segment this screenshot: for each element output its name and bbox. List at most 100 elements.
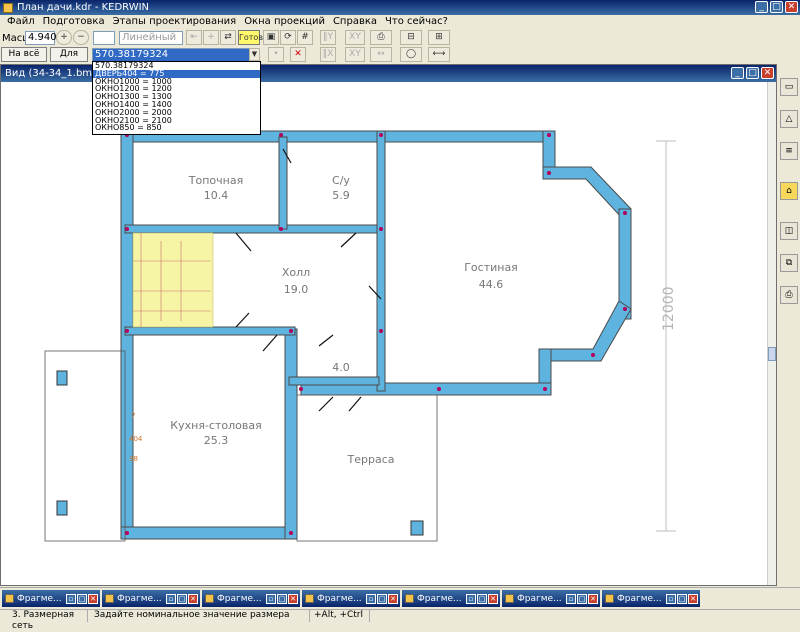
room-name: Топочная: [188, 174, 243, 187]
menu-prepare[interactable]: Подготовка: [39, 15, 109, 29]
fragment-close-icon[interactable]: ✕: [288, 593, 298, 604]
cursor-arrows-icon[interactable]: ⇄: [220, 30, 236, 45]
view-minimize-button[interactable]: _: [731, 67, 744, 79]
fragment-icon: [105, 594, 114, 603]
roof-tool-icon[interactable]: △: [780, 110, 798, 128]
for-all-button[interactable]: Для всех: [50, 47, 88, 72]
house-tool-icon[interactable]: ⌂: [780, 182, 798, 200]
scale-input[interactable]: 4.9407: [25, 31, 63, 45]
walls-tool-icon[interactable]: ▭: [780, 78, 798, 96]
fragment-close-icon[interactable]: ✕: [88, 593, 98, 604]
grid-icon[interactable]: #: [297, 30, 313, 45]
stair-tool-icon[interactable]: ≡: [780, 142, 798, 160]
fragment-close-icon[interactable]: ✕: [488, 593, 498, 604]
fragment-window[interactable]: Фрагме... ▫ □ ✕: [402, 590, 500, 607]
fragment-maximize-icon[interactable]: □: [677, 593, 687, 604]
fragment-restore-icon[interactable]: ▫: [466, 593, 476, 604]
point-icon[interactable]: •: [268, 47, 284, 62]
column: [56, 370, 68, 386]
doors: [235, 148, 382, 412]
delete-dimension-icon[interactable]: ✕: [290, 47, 306, 62]
lock-icon[interactable]: ⊟: [400, 30, 422, 45]
floor-plan[interactable]: 12000 Топочная 10.4 С/у 5.9 Холл 19.0 Го…: [1, 82, 768, 585]
fragment-restore-icon[interactable]: ▫: [366, 593, 376, 604]
menu-projections[interactable]: Окна проекций: [240, 15, 329, 29]
fragment-close-icon[interactable]: ✕: [588, 593, 598, 604]
status-mode: 3. Размерная сеть: [8, 610, 88, 631]
dimension-line: [656, 140, 676, 532]
fragment-maximize-icon[interactable]: □: [277, 593, 287, 604]
menu-stages[interactable]: Этапы проектирования: [109, 15, 241, 29]
vertical-scrollbar[interactable]: [767, 82, 776, 585]
view-title: Вид (34-34_1.bmp): [5, 68, 103, 79]
fragment-close-icon[interactable]: ✕: [388, 593, 398, 604]
close-button[interactable]: ✕: [785, 1, 798, 13]
fragment-window[interactable]: Фрагме... ▫ □ ✕: [2, 590, 100, 607]
layers-tool-icon[interactable]: ◫: [780, 222, 798, 240]
plus-icon[interactable]: +: [203, 30, 219, 45]
menu-whats-now[interactable]: Что сейчас?: [381, 15, 452, 29]
frame-icon[interactable]: ▣: [263, 30, 279, 45]
fragment-maximize-icon[interactable]: □: [377, 593, 387, 604]
zoom-in-icon[interactable]: +: [56, 30, 72, 45]
fragment-maximize-icon[interactable]: □: [477, 593, 487, 604]
staircase: [132, 232, 214, 328]
fragment-maximize-icon[interactable]: □: [577, 593, 587, 604]
fragment-maximize-icon[interactable]: □: [177, 593, 187, 604]
axis-y-icon[interactable]: ‖Y: [320, 30, 336, 45]
axis-xy-icon[interactable]: XY: [345, 30, 365, 45]
menu-help[interactable]: Справка: [329, 15, 381, 29]
ellipse-icon[interactable]: ◯: [400, 47, 422, 62]
value-dropdown-list: 570.38179324 ДВЕРЬ404 = 775 ОКНО1000 = 1…: [92, 61, 261, 135]
line-type-select[interactable]: Линейный: [119, 31, 183, 45]
ready-button[interactable]: Готово: [238, 30, 268, 45]
print-tool-icon[interactable]: ⎙: [780, 286, 798, 304]
drawing-canvas[interactable]: 12000 Топочная 10.4 С/у 5.9 Холл 19.0 Го…: [1, 82, 768, 585]
room-area: 4.0: [332, 361, 350, 374]
fragment-close-icon[interactable]: ✕: [188, 593, 198, 604]
fragment-restore-icon[interactable]: ▫: [166, 593, 176, 604]
minimize-button[interactable]: _: [755, 1, 768, 13]
scrollbar-thumb[interactable]: [768, 347, 776, 361]
axis-x-icon[interactable]: ‖X: [320, 47, 336, 62]
window-label: 7: [131, 412, 135, 420]
menu-file[interactable]: Файл: [3, 15, 39, 29]
fragment-window[interactable]: Фрагме... ▫ □ ✕: [502, 590, 600, 607]
fragment-window[interactable]: Фрагме... ▫ □ ✕: [602, 590, 700, 607]
fragment-icon: [505, 594, 514, 603]
app-title-bar: План дачи.kdr - KEDRWIN _ □ ✕: [0, 0, 800, 15]
maximize-button[interactable]: □: [770, 1, 783, 13]
fragment-close-icon[interactable]: ✕: [688, 593, 698, 604]
axis-xy2-icon[interactable]: XY: [345, 47, 365, 62]
view-maximize-button[interactable]: □: [746, 67, 759, 79]
chevron-down-icon[interactable]: ▼: [249, 48, 260, 61]
copy-tool-icon[interactable]: ⧉: [780, 254, 798, 272]
fragment-restore-icon[interactable]: ▫: [266, 593, 276, 604]
fragment-window[interactable]: Фрагме... ▫ □ ✕: [302, 590, 400, 607]
dimension-line-icon[interactable]: ↔: [370, 47, 392, 62]
arrow-left-icon[interactable]: ⇤: [186, 30, 202, 45]
room-area: 19.0: [284, 283, 309, 296]
fragment-icon: [305, 594, 314, 603]
measure-icon[interactable]: ⟷: [428, 47, 450, 62]
column: [410, 520, 424, 536]
fragment-window[interactable]: Фрагме... ▫ □ ✕: [102, 590, 200, 607]
rotate-icon[interactable]: ⟳: [280, 30, 296, 45]
printer-icon[interactable]: ⎙: [370, 30, 392, 45]
dimension-grid-icon[interactable]: ⊞: [428, 30, 450, 45]
value-combo[interactable]: 570.38179324: [92, 48, 259, 62]
fragment-restore-icon[interactable]: ▫: [666, 593, 676, 604]
room-area: 5.9: [332, 189, 350, 202]
dimension-text: 12000: [661, 286, 677, 331]
fragment-restore-icon[interactable]: ▫: [566, 593, 576, 604]
view-close-button[interactable]: ✕: [761, 67, 774, 79]
fit-all-button[interactable]: На всё окно: [1, 47, 47, 72]
color-select[interactable]: [93, 31, 115, 45]
room-area: 25.3: [204, 434, 229, 447]
fragment-restore-icon[interactable]: ▫: [66, 593, 76, 604]
fragment-maximize-icon[interactable]: □: [77, 593, 87, 604]
zoom-out-icon[interactable]: −: [73, 30, 89, 45]
fragment-window[interactable]: Фрагме... ▫ □ ✕: [202, 590, 300, 607]
room-area: 44.6: [479, 278, 504, 291]
dropdown-option[interactable]: ОКНО850 = 850: [93, 124, 260, 132]
